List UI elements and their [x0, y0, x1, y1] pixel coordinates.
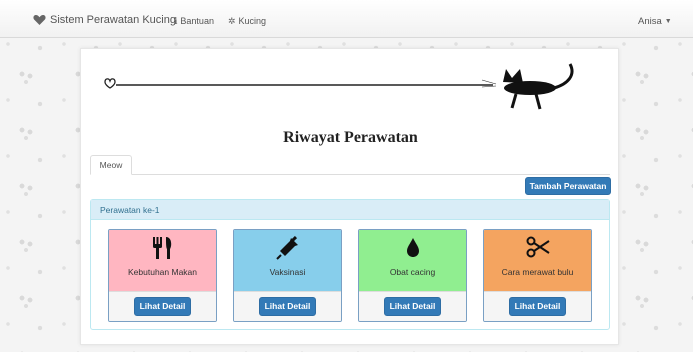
brand-label: Sistem Perawatan Kucing	[50, 14, 176, 26]
detail-button-deworm[interactable]: Lihat Detail	[384, 297, 441, 316]
caret-down-icon: ▼	[664, 17, 672, 25]
cat-icon: ✲	[228, 15, 236, 26]
navbar: Sistem Perawatan Kucing ℹ Bantuan ✲ Kuci…	[0, 0, 693, 38]
card-color-area: Obat cacing	[359, 230, 466, 291]
card-label-deworm: Obat cacing	[389, 267, 436, 277]
utensils-icon	[152, 237, 171, 259]
card-color-area: Cara merawat bulu	[484, 230, 591, 291]
card-footer: Lihat Detail	[484, 291, 591, 321]
care-card-deworm: Obat cacing Lihat Detail	[358, 229, 467, 322]
nav-kucing[interactable]: ✲ Kucing	[228, 14, 266, 28]
brand-link[interactable]: Sistem Perawatan Kucing	[33, 12, 176, 28]
care-card-vaccine: Vaksinasi Lihat Detail	[233, 229, 342, 322]
cat-banner-image	[104, 63, 574, 110]
card-label-vaccine: Vaksinasi	[269, 267, 306, 277]
add-care-button[interactable]: Tambah Perawatan	[525, 177, 611, 195]
care-panel: Perawatan ke-1 Kebutuhan Makan Lihat Det…	[90, 199, 610, 330]
drop-icon	[406, 238, 419, 257]
card-footer: Lihat Detail	[359, 291, 466, 321]
card-color-area: Kebutuhan Makan	[109, 230, 216, 291]
nav-bantuan[interactable]: ℹ Bantuan	[174, 14, 214, 28]
detail-button-food[interactable]: Lihat Detail	[134, 297, 191, 316]
card-label-food: Kebutuhan Makan	[128, 267, 197, 277]
detail-button-vaccine[interactable]: Lihat Detail	[259, 297, 316, 316]
nav-bantuan-label: Bantuan	[180, 16, 214, 26]
card-label-fur: Cara merawat bulu	[501, 267, 574, 277]
user-menu[interactable]: Anisa ▼	[638, 14, 672, 28]
scissors-icon	[526, 236, 550, 258]
care-panel-heading: Perawatan ke-1	[91, 200, 609, 220]
user-name: Anisa	[638, 15, 662, 27]
card-footer: Lihat Detail	[234, 291, 341, 321]
paw-heart-icon	[33, 15, 46, 25]
syringe-icon	[275, 236, 298, 260]
page-title: Riwayat Perawatan	[283, 129, 418, 146]
care-card-food: Kebutuhan Makan Lihat Detail	[108, 229, 217, 322]
card-color-area: Vaksinasi	[234, 230, 341, 291]
care-card-fur: Cara merawat bulu Lihat Detail	[483, 229, 592, 322]
card-footer: Lihat Detail	[109, 291, 216, 321]
tab-divider	[90, 174, 610, 175]
nav-kucing-label: Kucing	[238, 16, 267, 26]
main-panel: Riwayat Perawatan Meow Tambah Perawatan …	[80, 48, 619, 345]
info-icon: ℹ	[174, 15, 178, 26]
tab-meow[interactable]: Meow	[90, 155, 132, 175]
detail-button-fur[interactable]: Lihat Detail	[509, 297, 566, 316]
